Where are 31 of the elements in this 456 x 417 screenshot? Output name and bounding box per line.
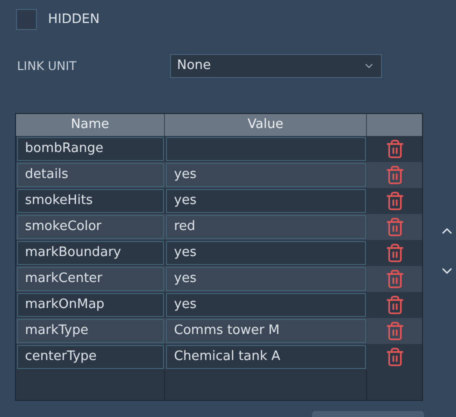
- value-cell[interactable]: yes: [166, 189, 366, 213]
- name-cell[interactable]: smokeHits: [17, 189, 164, 213]
- value-cell[interactable]: yes: [166, 241, 366, 265]
- link-unit-label: LINK UNIT: [17, 58, 78, 75]
- value-cell[interactable]: [166, 137, 366, 161]
- value-cell[interactable]: Chemical tank A: [166, 345, 366, 369]
- name-cell[interactable]: smokeColor: [17, 215, 164, 239]
- delete-icon[interactable]: [384, 139, 404, 159]
- delete-icon[interactable]: [384, 269, 404, 289]
- value-cell[interactable]: yes: [166, 293, 366, 317]
- hidden-label: HIDDEN: [48, 10, 100, 29]
- hidden-checkbox[interactable]: [16, 9, 37, 30]
- delete-icon[interactable]: [384, 191, 404, 211]
- value-cell[interactable]: yes: [166, 163, 366, 187]
- value-cell[interactable]: Comms tower M: [166, 319, 366, 343]
- value-cell[interactable]: yes: [166, 267, 366, 291]
- name-cell[interactable]: bombRange: [17, 137, 164, 161]
- name-cell[interactable]: details: [17, 163, 164, 187]
- value-cell[interactable]: red: [166, 215, 366, 239]
- name-cell[interactable]: markCenter: [17, 267, 164, 291]
- name-cell[interactable]: markOnMap: [17, 293, 164, 317]
- name-cell[interactable]: markType: [17, 319, 164, 343]
- delete-icon[interactable]: [384, 347, 404, 367]
- link-unit-dropdown[interactable]: None: [170, 54, 382, 78]
- name-cell[interactable]: markBoundary: [17, 241, 164, 265]
- name-cell[interactable]: centerType: [17, 345, 164, 369]
- delete-icon[interactable]: [384, 217, 404, 237]
- delete-icon[interactable]: [384, 295, 404, 315]
- delete-icon[interactable]: [384, 321, 404, 341]
- delete-icon[interactable]: [384, 243, 404, 263]
- delete-icon[interactable]: [384, 165, 404, 185]
